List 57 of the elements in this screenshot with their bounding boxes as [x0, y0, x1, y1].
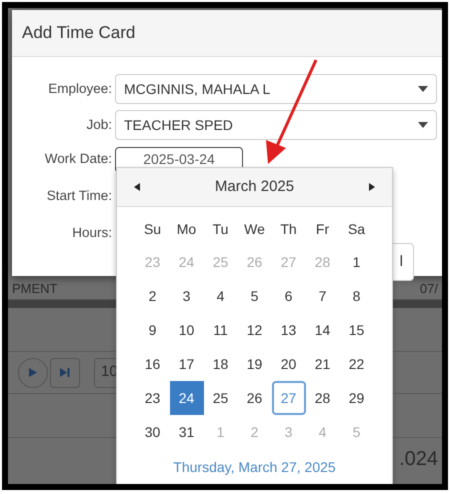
skip-icon: [60, 368, 70, 377]
calendar-day[interactable]: 14: [306, 313, 340, 347]
weekday-label: Mo: [176, 220, 198, 238]
calendar-day[interactable]: 3: [170, 279, 204, 313]
calendar-day[interactable]: 17: [170, 347, 204, 381]
weekday-label: We: [243, 220, 266, 238]
calendar-day[interactable]: 15: [340, 313, 374, 347]
calendar-day[interactable]: 11: [204, 313, 238, 347]
calendar-day[interactable]: 31: [170, 415, 204, 449]
play-icon: [29, 368, 37, 377]
dropdown-caret-icon: [418, 122, 428, 128]
calendar-day[interactable]: 22: [340, 347, 374, 381]
calendar-day[interactable]: 27: [272, 381, 306, 415]
field-label: Employee:: [47, 80, 113, 98]
calendar-day[interactable]: 10: [170, 313, 204, 347]
calendar-day[interactable]: 2: [136, 279, 170, 313]
calendar-day[interactable]: 21: [306, 347, 340, 381]
field-label: Job:: [85, 116, 113, 134]
calendar-day[interactable]: 20: [272, 347, 306, 381]
table-cell-text: PMENT: [12, 280, 58, 298]
weekday-label: Sa: [346, 220, 366, 238]
calendar-day[interactable]: 19: [238, 347, 272, 381]
right-arrow-icon: [369, 183, 375, 191]
left-arrow-icon: [134, 183, 140, 191]
calendar-day[interactable]: 29: [340, 381, 374, 415]
calendar-day[interactable]: 13: [272, 313, 306, 347]
calendar-day[interactable]: 1: [340, 245, 374, 279]
dialog-title: Add Time Card: [22, 22, 136, 44]
calendar-day[interactable]: 8: [340, 279, 374, 313]
weekday-label: Su: [142, 220, 162, 238]
table-cell-text: 07/: [420, 280, 438, 298]
calendar-day[interactable]: 25: [204, 381, 238, 415]
weekday-label: Th: [279, 220, 298, 238]
calendar-day[interactable]: 28: [306, 381, 340, 415]
calendar-day[interactable]: 24: [170, 381, 204, 415]
weekday-label: Tu: [212, 220, 230, 238]
dropdown-caret-icon: [418, 86, 428, 92]
today-link[interactable]: Thursday, March 27, 2025: [173, 457, 336, 478]
calendar-day[interactable]: 9: [136, 313, 170, 347]
calendar-day[interactable]: 23: [136, 381, 170, 415]
calendar-day[interactable]: 18: [204, 347, 238, 381]
calendar-day[interactable]: 26: [238, 381, 272, 415]
field-label: Hours:: [71, 224, 113, 242]
table-cell-text: .024: [399, 447, 438, 472]
dropdown-field[interactable]: TEACHER SPED: [115, 110, 437, 140]
calendar-day[interactable]: 4: [204, 279, 238, 313]
dropdown-field[interactable]: MCGINNIS, MAHALA L: [115, 74, 437, 104]
field-label: Start Time:: [46, 187, 113, 206]
month-title[interactable]: March 2025: [214, 176, 294, 198]
calendar-day[interactable]: 7: [306, 279, 340, 313]
weekday-label: Fr: [314, 220, 330, 238]
field-label: Work Date:: [44, 150, 113, 168]
calendar-day[interactable]: 5: [238, 279, 272, 313]
calendar-day[interactable]: 16: [136, 347, 170, 381]
calendar-day[interactable]: 12: [238, 313, 272, 347]
calendar-day[interactable]: 6: [272, 279, 306, 313]
calendar-day[interactable]: 30: [136, 415, 170, 449]
